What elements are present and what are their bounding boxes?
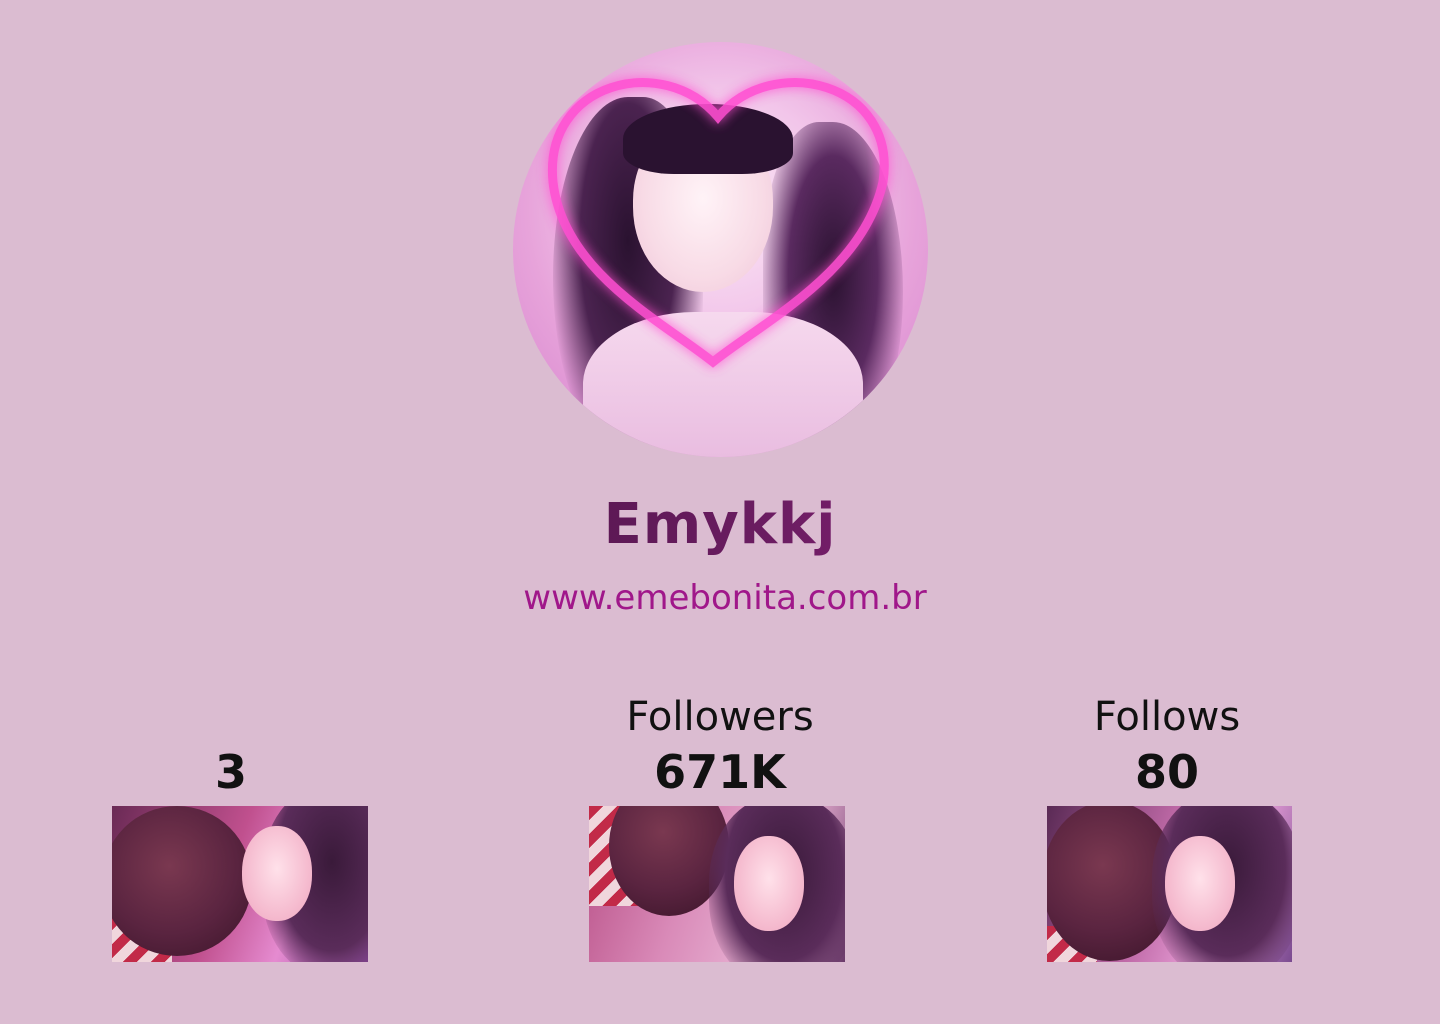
stat-followers-value[interactable]: 671K [570,745,870,799]
profile-page: Emykkj www.emebonita.com.br 3 Followers … [0,0,1440,1024]
girl-face-image [242,826,312,921]
neon-heart-icon [548,78,889,368]
girl-face-image [1165,836,1235,931]
stat-follows-label[interactable]: Follows [1017,694,1317,740]
post-thumbnail-1[interactable] [112,806,368,962]
stat-follows-value[interactable]: 80 [1017,745,1317,799]
stat-posts-value[interactable]: 3 [81,745,381,799]
post-thumbnail-2[interactable] [589,806,845,962]
post-thumbnail-3[interactable] [1047,806,1292,962]
website-domain: emebonita.com.br [614,578,927,618]
website-prefix: www. [523,578,615,618]
girl-face-image [734,836,804,931]
profile-website-link[interactable]: www.emebonita.com.br [0,578,1440,618]
profile-username: Emykkj [0,492,1440,557]
profile-avatar[interactable] [513,42,928,457]
stat-followers-label[interactable]: Followers [570,694,870,740]
